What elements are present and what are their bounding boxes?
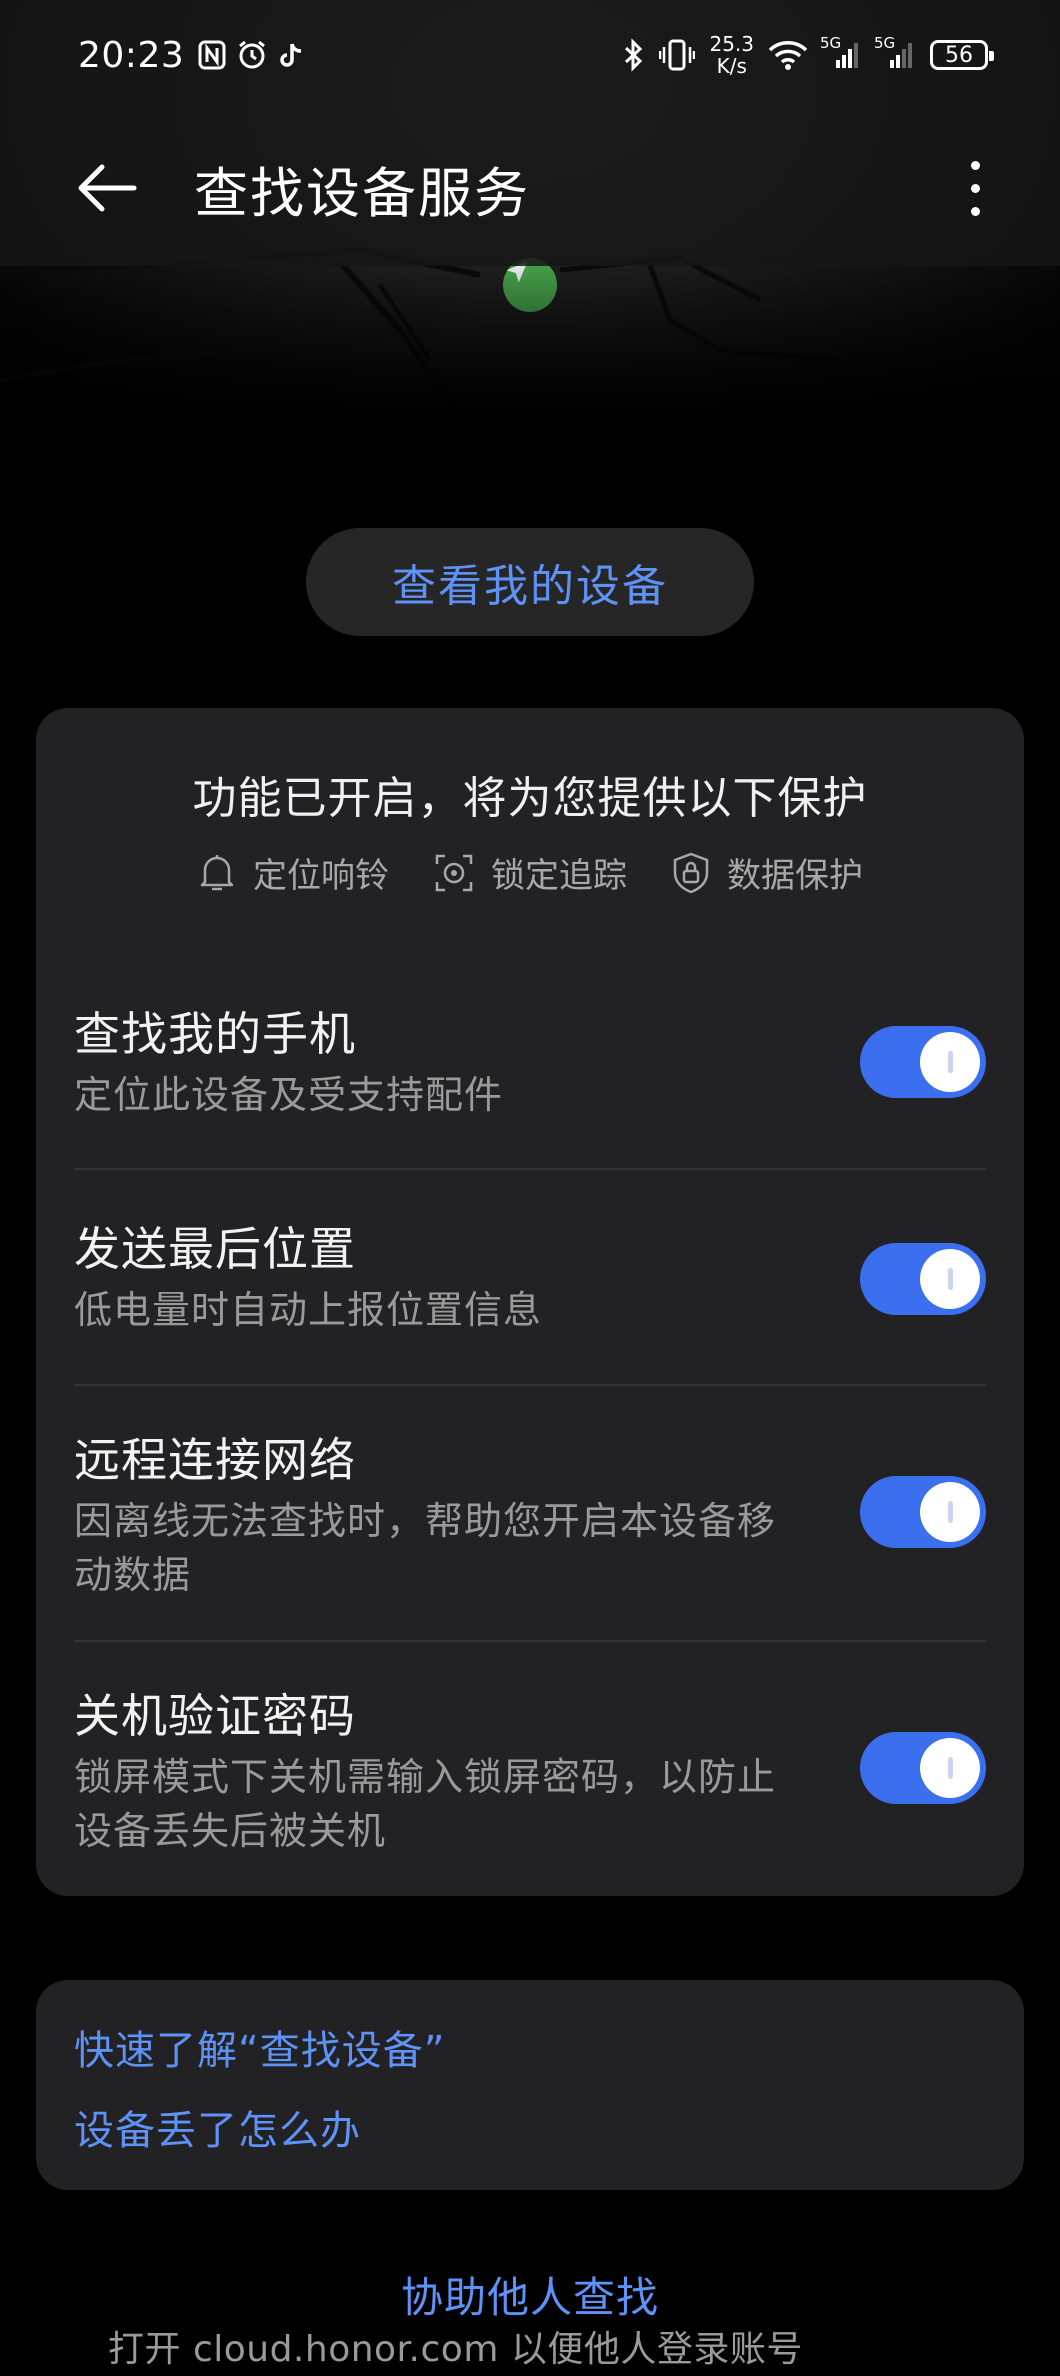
toggle-knob — [920, 1738, 980, 1798]
signal-2: 5G — [874, 34, 916, 70]
more-dot-icon — [970, 160, 980, 170]
toggle-knob — [920, 1249, 980, 1309]
setting-description: 低电量时自动上报位置信息 — [74, 1288, 543, 1332]
more-dot-icon — [970, 183, 980, 193]
alarm-clock-icon — [239, 40, 266, 69]
setting-title: 查找我的手机 — [74, 1007, 356, 1061]
find-my-phone-toggle[interactable] — [860, 1026, 986, 1098]
signal-2-label: 5G — [874, 34, 896, 52]
setting-find-my-phone[interactable]: 查找我的手机 定位此设备及受支持配件 — [74, 998, 986, 1118]
more-dot-icon — [970, 206, 980, 216]
status-bar: 20:23 25.3 K/s 5G 5G 56 — [0, 0, 1060, 110]
divider — [74, 1384, 986, 1386]
vibrate-icon — [659, 39, 696, 71]
feature-label: 数据保护 — [727, 856, 863, 896]
feature-label: 锁定追踪 — [491, 856, 627, 896]
protection-heading: 功能已开启，将为您提供以下保护 — [192, 773, 868, 824]
divider — [74, 1640, 986, 1642]
footer-note: 打开 cloud.honor.com 以便他人登录账号 — [108, 2329, 803, 2370]
tiktok-icon — [280, 43, 302, 67]
feature-locate-ring: 定位响铃 — [197, 848, 389, 897]
battery-level: 56 — [945, 42, 973, 68]
divider — [74, 1168, 986, 1170]
back-arrow-icon — [78, 164, 137, 212]
signal-1-label: 5G — [820, 34, 842, 52]
notification-icons — [198, 39, 306, 71]
net-speed-unit: K/s — [716, 54, 747, 78]
signal-1: 5G — [820, 34, 862, 70]
protection-card: 功能已开启，将为您提供以下保护 定位响铃 锁定追踪 数据保护 查找我的手机 定位… — [36, 708, 1024, 1896]
status-right-icons: 25.3 K/s 5G 5G 56 — [621, 33, 994, 77]
lost-device-help-link[interactable]: 设备丢了怎么办 — [74, 2098, 361, 2156]
app-bar: 查找设备服务 — [0, 110, 1060, 266]
setting-shutdown-password[interactable]: 关机验证密码 锁屏模式下关机需输入锁屏密码，以防止设备丢失后被关机 — [74, 1680, 986, 1853]
page-title: 查找设备服务 — [194, 161, 530, 225]
network-speed: 25.3 K/s — [709, 33, 754, 77]
back-button[interactable] — [72, 153, 142, 223]
setting-title: 关机验证密码 — [74, 1689, 356, 1743]
setting-title: 远程连接网络 — [74, 1433, 356, 1487]
remote-network-toggle[interactable] — [860, 1476, 986, 1548]
feature-data-protect: 数据保护 — [671, 848, 863, 897]
bell-icon — [200, 854, 234, 890]
feature-label: 定位响铃 — [253, 856, 389, 896]
protection-features: 定位响铃 锁定追踪 数据保护 — [36, 848, 1024, 897]
setting-description: 锁屏模式下关机需输入锁屏密码，以防止设备丢失后被关机 — [74, 1755, 777, 1853]
nfc-icon — [198, 40, 226, 70]
target-lock-icon — [435, 854, 473, 891]
setting-send-last-location[interactable]: 发送最后位置 低电量时自动上报位置信息 — [74, 1213, 986, 1333]
status-time: 20:23 — [78, 34, 185, 76]
shield-lock-icon — [673, 852, 709, 893]
help-links-card: 快速了解“查找设备” 设备丢了怎么办 — [36, 1980, 1024, 2190]
setting-description: 因离线无法查找时，帮助您开启本设备移动数据 — [74, 1499, 777, 1597]
view-my-device-button[interactable]: 查看我的设备 — [306, 528, 754, 636]
setting-description: 定位此设备及受支持配件 — [74, 1073, 504, 1117]
assist-others-link[interactable]: 协助他人查找 — [0, 2264, 1060, 2325]
more-options-button[interactable] — [950, 148, 1000, 228]
send-last-location-toggle[interactable] — [860, 1243, 986, 1315]
map-fade — [0, 250, 1060, 440]
feature-lock-track: 锁定追踪 — [433, 848, 627, 897]
net-speed-value: 25.3 — [709, 32, 754, 56]
find-device-screen: 20:23 25.3 K/s 5G 5G 56 查找设备服务 查看我的设备 功能… — [0, 0, 1060, 2376]
learn-find-device-link[interactable]: 快速了解“查找设备” — [74, 2018, 445, 2076]
setting-remote-network[interactable]: 远程连接网络 因离线无法查找时，帮助您开启本设备移动数据 — [74, 1424, 986, 1597]
toggle-knob — [920, 1482, 980, 1542]
shutdown-password-toggle[interactable] — [860, 1732, 986, 1804]
toggle-knob — [920, 1032, 980, 1092]
battery-icon: 56 — [930, 40, 994, 70]
wifi-icon — [768, 41, 808, 70]
bluetooth-icon — [625, 38, 643, 72]
setting-title: 发送最后位置 — [74, 1222, 356, 1276]
